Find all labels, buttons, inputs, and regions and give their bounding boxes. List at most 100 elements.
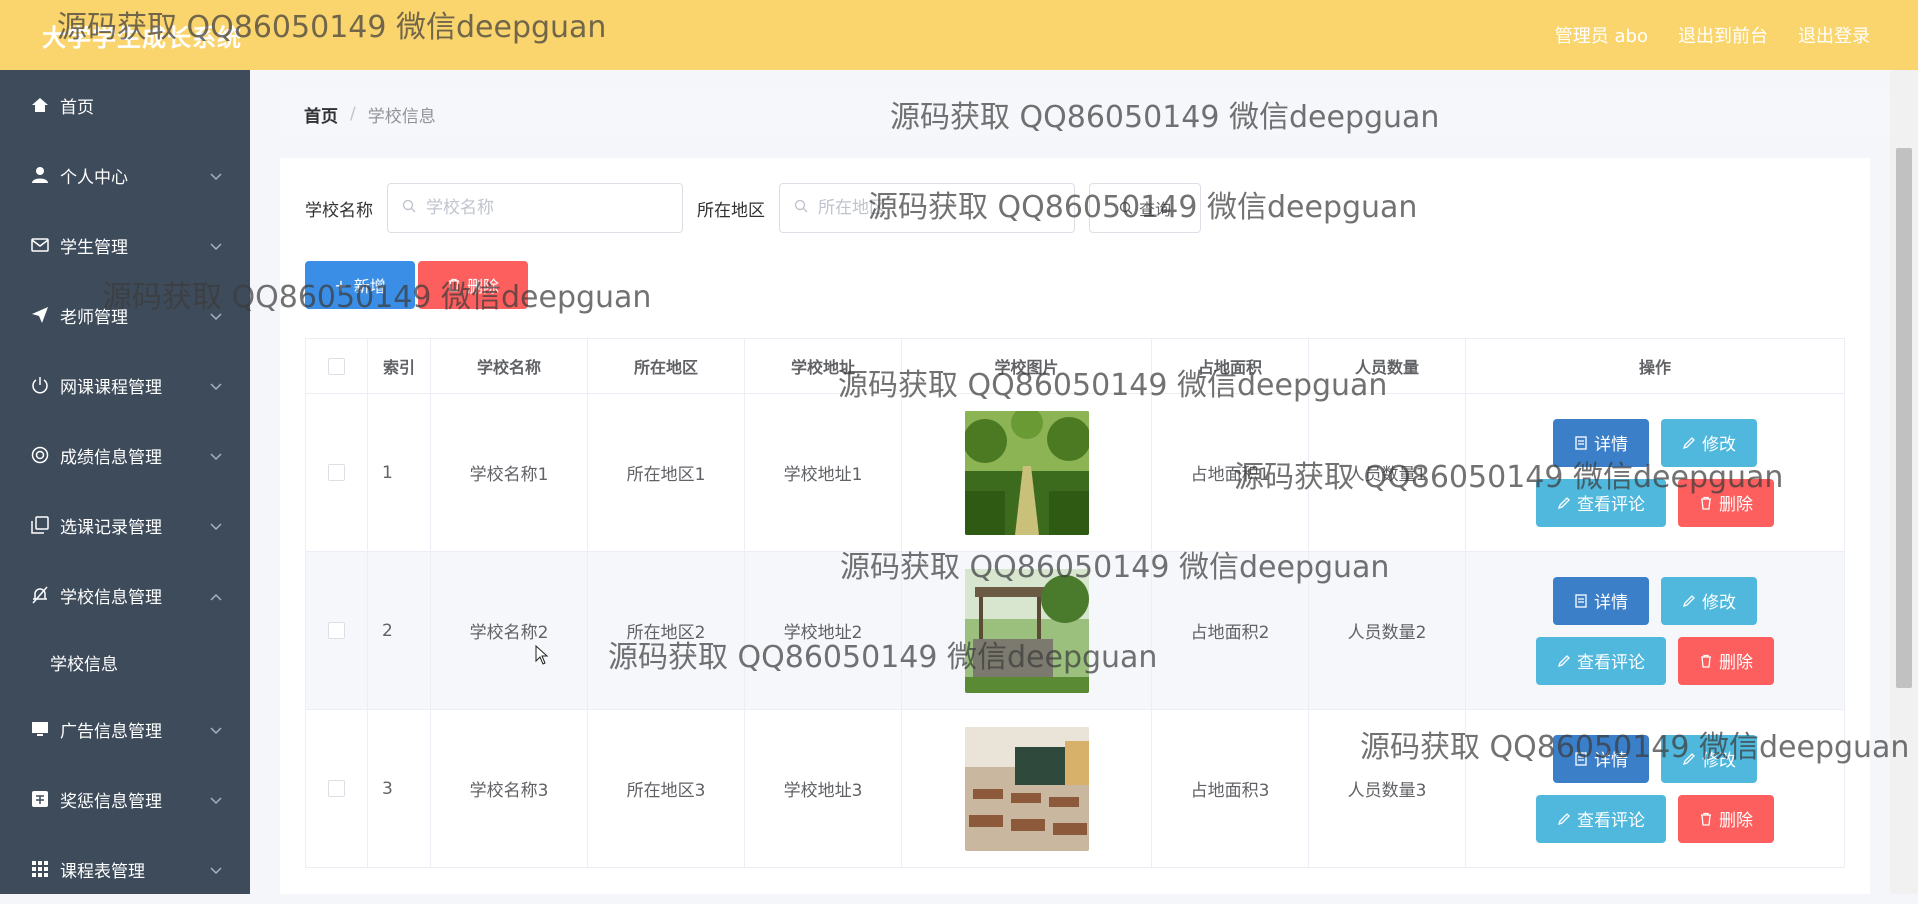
delete-label: 删除 xyxy=(1719,811,1753,831)
row-checkbox[interactable] xyxy=(328,622,345,639)
select-all-cell xyxy=(306,339,368,393)
school-image[interactable] xyxy=(964,410,1089,535)
sidebar-item-label: 学校信息管理 xyxy=(60,587,162,608)
chevron-down-icon xyxy=(210,446,222,466)
row-select-cell xyxy=(306,552,368,709)
grid-icon xyxy=(30,859,50,879)
sidebar-item-rewards[interactable]: 奖惩信息管理 xyxy=(0,764,250,834)
home-icon xyxy=(30,95,50,115)
breadcrumb-current: 学校信息 xyxy=(367,106,436,127)
edit-label: 修改 xyxy=(1702,593,1736,613)
view-comments-label: 查看评论 xyxy=(1577,653,1645,673)
delete-button[interactable]: 删除 xyxy=(1678,636,1774,685)
content-panel: 学校名称 所在地区 查询 + 新增 删除 xyxy=(280,158,1870,894)
sidebar-subitem-school-info[interactable]: 学校信息 xyxy=(0,630,250,694)
row-checkbox[interactable] xyxy=(328,780,345,797)
sidebar-item-label: 个人中心 xyxy=(60,167,128,188)
watermark-text: 源码获取 QQ86050149 微信deepguan xyxy=(840,550,1390,585)
trash-icon xyxy=(1699,654,1719,668)
pencil-icon xyxy=(1682,436,1702,450)
address-cell: 学校地址3 xyxy=(745,710,902,867)
column-header: 操作 xyxy=(1638,358,1671,377)
bell-off-icon xyxy=(30,585,50,605)
row-select-cell xyxy=(306,394,368,551)
page-scrollbar[interactable] xyxy=(1890,70,1918,894)
view-comments-button[interactable]: 查看评论 xyxy=(1536,636,1666,685)
view-comments-label: 查看评论 xyxy=(1577,811,1645,831)
column-header: 所在地区 xyxy=(588,339,745,393)
sidebar-item-label: 网课课程管理 xyxy=(60,377,162,398)
send-icon xyxy=(30,305,50,325)
view-comments-button[interactable]: 查看评论 xyxy=(1536,794,1666,843)
school-name-field[interactable] xyxy=(387,183,683,233)
chevron-down-icon xyxy=(210,236,222,256)
exit-to-frontend-link[interactable]: 退出到前台 xyxy=(1678,22,1768,48)
row-select-cell xyxy=(306,710,368,867)
sidebar-item-online-courses[interactable]: 网课课程管理 xyxy=(0,350,250,420)
region-label: 所在地区 xyxy=(697,200,765,221)
detail-button[interactable]: 详情 xyxy=(1553,576,1649,625)
ticket-icon xyxy=(30,789,50,809)
watermark-text: 源码获取 QQ86050149 微信deepguan xyxy=(1360,730,1910,765)
select-all-checkbox[interactable] xyxy=(328,357,345,375)
sidebar-item-label: 学生管理 xyxy=(60,237,128,258)
operations-cell: 详情 修改 查看评论 删除 xyxy=(1466,552,1844,709)
mail-icon xyxy=(30,235,50,255)
row-checkbox[interactable] xyxy=(328,464,345,481)
sidebar-item-home[interactable]: 首页 xyxy=(0,70,250,140)
region-cell: 所在地区1 xyxy=(588,394,745,551)
address-cell: 学校地址1 xyxy=(745,394,902,551)
monitor-icon xyxy=(30,719,50,739)
sidebar-item-profile[interactable]: 个人中心 xyxy=(0,140,250,210)
school-table: 索引 学校名称 所在地区 学校地址 学校图片 占地面积 人员数量 操作 1 学校… xyxy=(305,338,1845,868)
column-header: 索引 xyxy=(368,339,431,393)
watermark-text: 源码获取 QQ86050149 微信deepguan xyxy=(1234,460,1784,495)
school-name-input[interactable] xyxy=(424,197,668,219)
index-cell: 1 xyxy=(368,394,431,551)
watermark-text: 源码获取 QQ86050149 微信deepguan xyxy=(838,368,1388,403)
user-icon xyxy=(30,165,50,185)
sidebar-item-label: 首页 xyxy=(60,97,94,118)
chevron-down-icon xyxy=(210,790,222,810)
scrollbar-thumb[interactable] xyxy=(1896,148,1912,688)
delete-label: 删除 xyxy=(1719,653,1753,673)
school-image[interactable] xyxy=(964,726,1089,851)
school-name-cell: 学校名称1 xyxy=(431,394,588,551)
document-icon xyxy=(1574,593,1594,608)
school-image-cell xyxy=(902,710,1152,867)
sidebar-item-label: 奖惩信息管理 xyxy=(60,791,162,812)
watermark-text: 源码获取 QQ86050149 微信deepguan xyxy=(608,640,1158,675)
sidebar-item-course-selection[interactable]: 选课记录管理 xyxy=(0,490,250,560)
sidebar-item-students[interactable]: 学生管理 xyxy=(0,210,250,280)
chevron-down-icon xyxy=(210,376,222,396)
sidebar-item-label: 广告信息管理 xyxy=(60,721,162,742)
power-icon xyxy=(30,375,50,395)
breadcrumb-separator: / xyxy=(350,104,356,124)
sidebar-item-ads[interactable]: 广告信息管理 xyxy=(0,694,250,764)
school-image-cell xyxy=(902,394,1152,551)
sidebar-item-grades[interactable]: 成绩信息管理 xyxy=(0,420,250,490)
chevron-up-icon xyxy=(210,586,222,606)
admin-user-link[interactable]: 管理员 abo xyxy=(1555,22,1648,48)
pencil-icon xyxy=(1557,496,1577,510)
edit-button[interactable]: 修改 xyxy=(1661,576,1757,625)
region-cell: 所在地区2 xyxy=(588,552,745,709)
sidebar-item-label: 成绩信息管理 xyxy=(60,447,162,468)
sidebar-item-school-info[interactable]: 学校信息管理 xyxy=(0,560,250,630)
header-actions: 管理员 abo 退出到前台 退出登录 xyxy=(1555,22,1870,48)
delete-button[interactable]: 删除 xyxy=(1678,794,1774,843)
breadcrumb-home[interactable]: 首页 xyxy=(304,102,338,127)
mouse-cursor-icon xyxy=(535,644,549,669)
target-icon xyxy=(30,445,50,465)
region-cell: 所在地区3 xyxy=(588,710,745,867)
trash-icon xyxy=(1699,812,1719,826)
sidebar: 首页 个人中心 学生管理 老师管理 网课课程管理 成绩信息管理 选课记录管理 学… xyxy=(0,70,250,894)
document-icon xyxy=(1574,435,1594,450)
pencil-icon xyxy=(1682,594,1702,608)
pencil-icon xyxy=(1557,654,1577,668)
copy-icon xyxy=(30,515,50,535)
index-cell: 2 xyxy=(368,552,431,709)
column-header: 学校名称 xyxy=(431,339,588,393)
logout-link[interactable]: 退出登录 xyxy=(1798,22,1870,48)
chevron-down-icon xyxy=(210,860,222,880)
